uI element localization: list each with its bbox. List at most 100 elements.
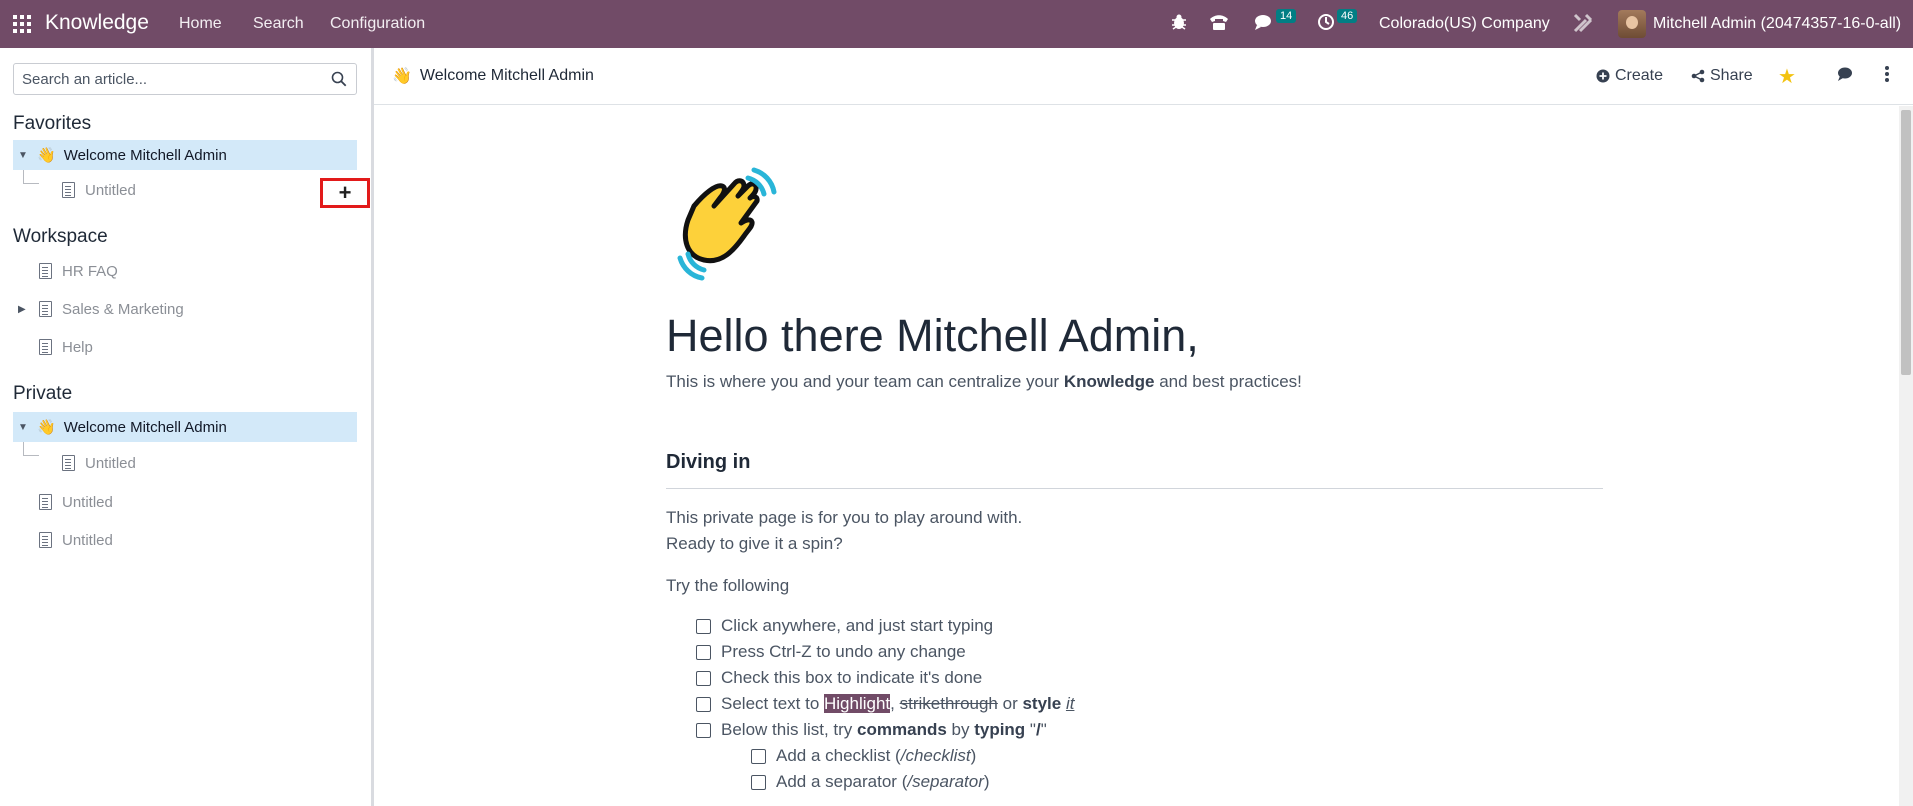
tree-connector <box>23 170 39 184</box>
workspace-item-help[interactable]: Help <box>39 332 339 362</box>
favorite-star-icon[interactable]: ★ <box>1778 64 1796 89</box>
text-span: or <box>997 694 1023 713</box>
paragraph[interactable]: Ready to give it a spin? <box>666 534 843 554</box>
share-button[interactable]: Share <box>1691 67 1753 85</box>
messages-badge: 14 <box>1276 9 1297 23</box>
user-menu[interactable]: Mitchell Admin (20474357-16-0-all) <box>1653 15 1901 33</box>
workspace-item-label: Help <box>62 338 93 356</box>
private-item-welcome[interactable]: ▼ 👋 Welcome Mitchell Admin <box>13 412 357 442</box>
private-item-label: Welcome Mitchell Admin <box>63 418 227 436</box>
waving-hand-icon: 👋 <box>37 146 56 164</box>
create-button[interactable]: Create <box>1596 67 1663 85</box>
article-header-title[interactable]: Welcome Mitchell Admin <box>420 67 594 85</box>
fav-item-label: Untitled <box>85 181 136 199</box>
intro-bold: Knowledge <box>1063 372 1155 391</box>
checklist-text: Add a checklist (/checklist) <box>776 746 976 766</box>
checklist-subitem[interactable]: Add a separator (/separator) <box>751 772 990 792</box>
checklist-item[interactable]: Select text to Highlight, strikethrough … <box>696 694 1074 714</box>
text-span: Select text to <box>721 694 824 713</box>
private-item-untitled[interactable]: Untitled <box>39 487 339 517</box>
avatar[interactable] <box>1618 10 1646 38</box>
phone-icon[interactable] <box>1208 13 1230 36</box>
checklist-item[interactable]: Check this box to indicate it's done <box>696 668 982 688</box>
checklist-item[interactable]: Below this list, try commands by typing … <box>696 720 1047 740</box>
text-span: Add a separator ( <box>776 772 908 791</box>
italic-text: /checklist <box>900 746 971 765</box>
document-icon <box>39 532 52 548</box>
bold-text: typing <box>974 720 1026 739</box>
caret-down-icon[interactable]: ▼ <box>18 150 28 161</box>
section-heading[interactable]: Diving in <box>666 451 750 474</box>
fav-item-label: Welcome Mitchell Admin <box>63 146 227 164</box>
workspace-item-label: Sales & Marketing <box>62 300 184 318</box>
apps-grid-icon[interactable] <box>13 15 31 33</box>
document-icon <box>39 339 52 355</box>
checklist-text: Add a separator (/separator) <box>776 772 990 792</box>
separator <box>666 488 1603 489</box>
paragraph[interactable]: Try the following <box>666 576 789 596</box>
private-item-untitled-child[interactable]: Untitled <box>62 448 342 478</box>
messages-icon[interactable]: 14 <box>1254 9 1297 36</box>
private-item-label: Untitled <box>62 531 113 549</box>
workspace-item-sales-marketing[interactable]: ▶ Sales & Marketing <box>13 294 343 324</box>
text-span: , <box>890 694 900 713</box>
checklist-subitem[interactable]: Add a checklist (/checklist) <box>751 746 976 766</box>
document-icon <box>62 455 75 471</box>
fav-item-welcome[interactable]: ▼ 👋 Welcome Mitchell Admin <box>13 140 357 170</box>
article-scrollbar[interactable] <box>1899 106 1913 806</box>
more-options-icon[interactable] <box>1884 65 1890 88</box>
workspace-item-label: HR FAQ <box>62 262 118 280</box>
checklist-item[interactable]: Press Ctrl-Z to undo any change <box>696 642 966 662</box>
article-body[interactable]: Hello there Mitchell Admin, This is wher… <box>374 106 1900 806</box>
menu-configuration[interactable]: Configuration <box>330 15 425 33</box>
caret-down-icon[interactable]: ▼ <box>18 422 28 433</box>
app-brand[interactable]: Knowledge <box>45 11 149 35</box>
article-search <box>13 63 357 95</box>
private-item-untitled[interactable]: Untitled <box>39 525 339 555</box>
text-span: ) <box>970 746 977 765</box>
italic-underline-text: it <box>1065 694 1075 713</box>
menu-home[interactable]: Home <box>179 15 222 33</box>
activities-icon[interactable]: 46 <box>1317 9 1358 36</box>
bold-text: style <box>1022 694 1062 713</box>
fav-item-untitled[interactable]: Untitled <box>62 175 342 205</box>
text-span: " <box>1025 720 1036 739</box>
workspace-item-hr-faq[interactable]: HR FAQ <box>39 256 339 286</box>
tree-connector <box>23 442 39 456</box>
tools-icon[interactable] <box>1572 12 1594 39</box>
search-icon[interactable] <box>331 71 347 87</box>
paragraph[interactable]: This private page is for you to play aro… <box>666 508 1022 528</box>
checklist-text: Below this list, try commands by typing … <box>721 720 1047 740</box>
checkbox[interactable] <box>696 644 711 660</box>
scrollbar-thumb[interactable] <box>1901 110 1911 375</box>
checklist-text: Click anywhere, and just start typing <box>721 616 994 635</box>
checkbox[interactable] <box>696 696 711 712</box>
article-title[interactable]: Hello there Mitchell Admin, <box>666 310 1199 362</box>
bug-icon[interactable] <box>1170 13 1188 36</box>
waving-hand-icon: 👋 <box>392 68 412 85</box>
text-span: Add a checklist ( <box>776 746 901 765</box>
private-title: Private <box>13 383 73 404</box>
article-intro[interactable]: This is where you and your team can cent… <box>666 372 1302 392</box>
caret-right-icon[interactable]: ▶ <box>18 304 26 315</box>
favorites-title: Favorites <box>13 113 92 134</box>
checkbox[interactable] <box>696 722 711 738</box>
checklist-text: Check this box to indicate it's done <box>721 668 983 687</box>
bold-text: commands <box>857 720 947 739</box>
menu-search[interactable]: Search <box>253 15 304 33</box>
checkbox[interactable] <box>751 748 766 764</box>
add-workspace-article-button[interactable]: + <box>320 178 370 208</box>
strikethrough-text: strikethrough <box>899 694 998 713</box>
breadcrumb: 👋 Welcome Mitchell Admin <box>392 66 594 86</box>
article-search-input[interactable] <box>14 64 314 94</box>
checkbox[interactable] <box>751 774 766 790</box>
document-icon <box>39 263 52 279</box>
checkbox[interactable] <box>696 670 711 686</box>
text-span: by <box>946 720 975 739</box>
comments-icon[interactable] <box>1837 66 1855 86</box>
company-switcher[interactable]: Colorado(US) Company <box>1379 15 1550 33</box>
checklist-item[interactable]: Click anywhere, and just start typing <box>696 616 993 636</box>
workspace-title: Workspace <box>13 226 108 247</box>
private-item-label: Untitled <box>62 493 113 511</box>
checkbox[interactable] <box>696 618 711 634</box>
